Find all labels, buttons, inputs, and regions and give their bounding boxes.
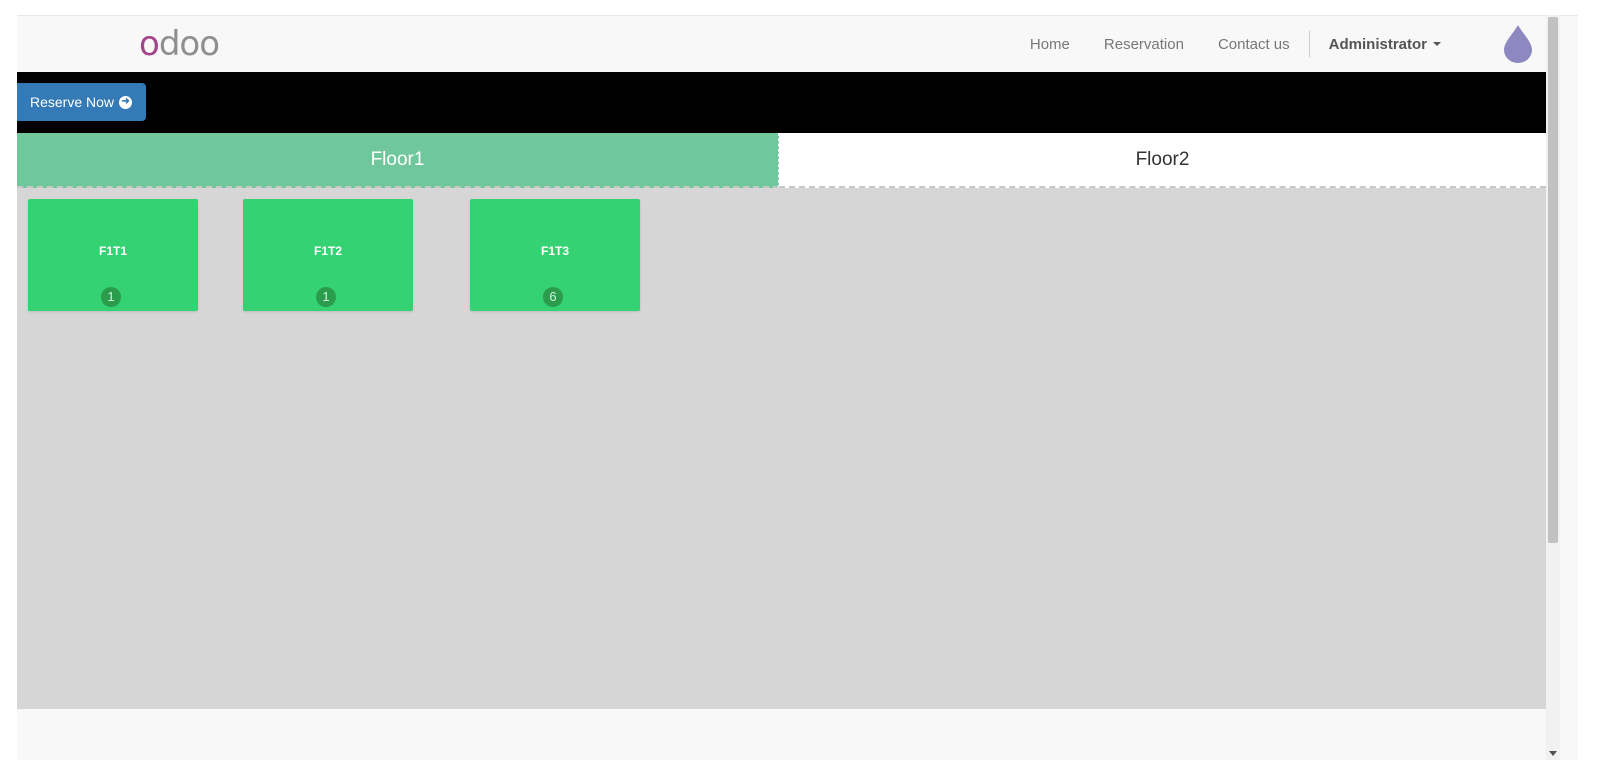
top-navbar: odoo Home Reservation Contact us Adminis… [17,16,1578,72]
table-card-f1t2[interactable]: F1T2 1 [243,199,413,311]
reserve-now-button[interactable]: Reserve Now ➜ [17,83,147,121]
tab-floor1[interactable]: Floor1 [17,133,779,188]
theme-drop-icon [1504,25,1532,63]
scroll-down-arrow-icon[interactable] [1549,751,1557,756]
reserve-now-label: Reserve Now [30,94,115,110]
table-name: F1T2 [313,244,342,258]
tab-floor2[interactable]: Floor2 [779,133,1546,188]
app-window: odoo Home Reservation Contact us Adminis… [17,15,1578,760]
table-name: F1T3 [540,244,569,258]
scrollbar-thumb[interactable] [1548,17,1558,543]
seat-count-badge: 6 [543,287,563,307]
odoo-logo[interactable]: odoo [139,24,220,64]
table-name: F1T1 [98,244,127,258]
browser-top-strip [0,0,1600,15]
nav-divider [1308,31,1310,57]
table-card-f1t3[interactable]: F1T3 6 [470,199,640,311]
floor-tabs: Floor1 Floor2 [17,133,1546,188]
table-card-f1t1[interactable]: F1T1 1 [28,199,198,311]
user-menu-dropdown[interactable]: Administrator [1312,36,1458,53]
nav-link-home[interactable]: Home [1013,36,1087,53]
user-name: Administrator [1328,35,1427,53]
caret-down-icon [1433,42,1441,46]
nav-link-contact-us[interactable]: Contact us [1201,36,1307,53]
nav-link-reservation[interactable]: Reservation [1087,36,1201,53]
action-band: Reserve Now ➜ [17,72,1546,133]
vertical-scrollbar[interactable] [1546,15,1560,760]
theme-drop-wrapper [1458,16,1578,72]
arrow-circle-right-icon: ➜ [119,95,133,109]
seat-count-badge: 1 [316,287,336,307]
seat-count-badge: 1 [101,287,121,307]
floor-plan-area: F1T1 1 F1T2 1 F1T3 6 [17,188,1546,709]
nav-links: Home Reservation Contact us Administrato… [1013,16,1578,72]
